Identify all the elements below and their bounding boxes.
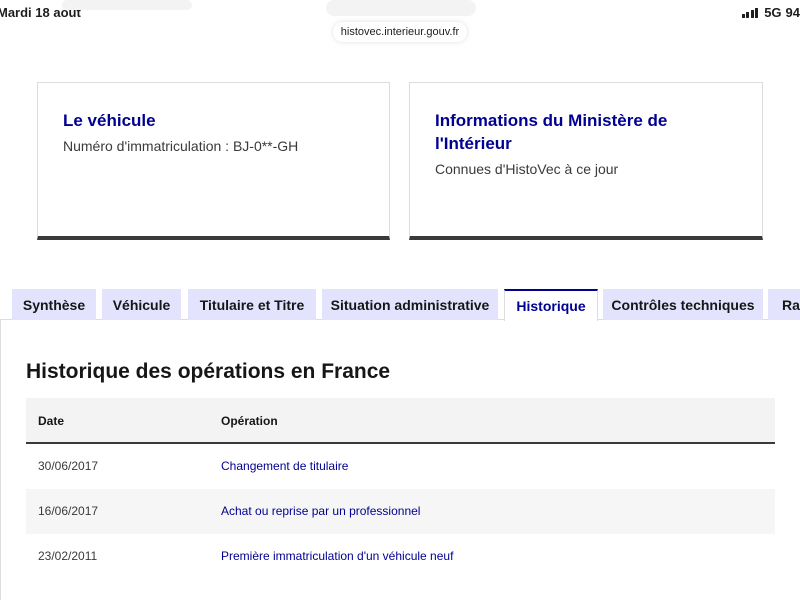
tab-vehicule[interactable]: Véhicule — [102, 289, 181, 320]
vehicle-card-title: Le véhicule — [63, 111, 156, 130]
network-type: 5G — [764, 5, 782, 20]
ministry-card-title: Informations du Ministère de l'Intérieur — [435, 111, 668, 153]
tab-rapport[interactable]: Rap — [768, 289, 800, 320]
table-header: Date Opération — [26, 398, 775, 444]
tab-historique[interactable]: Historique — [504, 289, 598, 321]
tab-synthese[interactable]: Synthèse — [12, 289, 96, 320]
row-operation: Changement de titulaire — [221, 459, 349, 473]
row-date: 30/06/2017 — [38, 459, 99, 473]
blurred-content — [326, 0, 476, 16]
panel-border — [0, 320, 1, 600]
cellular-signal-icon — [741, 7, 759, 18]
registration-number: Numéro d'immatriculation : BJ-0**-GH — [63, 138, 299, 154]
status-indicators: 5G 94 — [741, 5, 800, 20]
table-row: 16/06/2017 Achat ou reprise par un profe… — [26, 489, 775, 534]
column-operation: Opération — [221, 414, 278, 428]
tab-titulaire-et-titre[interactable]: Titulaire et Titre — [188, 289, 316, 320]
ministry-card-subtitle: Connues d'HistoVec à ce jour — [435, 161, 619, 177]
row-date: 23/02/2011 — [38, 549, 98, 563]
url-bar[interactable]: histovec.interieur.gouv.fr — [333, 22, 467, 42]
table-row: 30/06/2017 Changement de titulaire — [26, 444, 775, 489]
history-table: Date Opération 30/06/2017 Changement de … — [26, 398, 775, 579]
table-row: 23/02/2011 Première immatriculation d'un… — [26, 534, 775, 579]
ministry-info-card: Informations du Ministère de l'Intérieur… — [409, 82, 763, 240]
column-date: Date — [38, 414, 65, 428]
row-date: 16/06/2017 — [38, 504, 99, 518]
history-title: Historique des opérations en France — [26, 360, 391, 383]
tab-controles-techniques[interactable]: Contrôles techniques — [603, 289, 763, 320]
row-operation: Achat ou reprise par un professionnel — [221, 504, 421, 518]
tab-situation-administrative[interactable]: Situation administrative — [322, 289, 498, 320]
battery-level: 94 — [785, 5, 800, 20]
blurred-content — [62, 0, 192, 10]
vehicle-card: Le véhicule Numéro d'immatriculation : B… — [37, 82, 390, 240]
row-operation: Première immatriculation d'un véhicule n… — [221, 549, 454, 563]
